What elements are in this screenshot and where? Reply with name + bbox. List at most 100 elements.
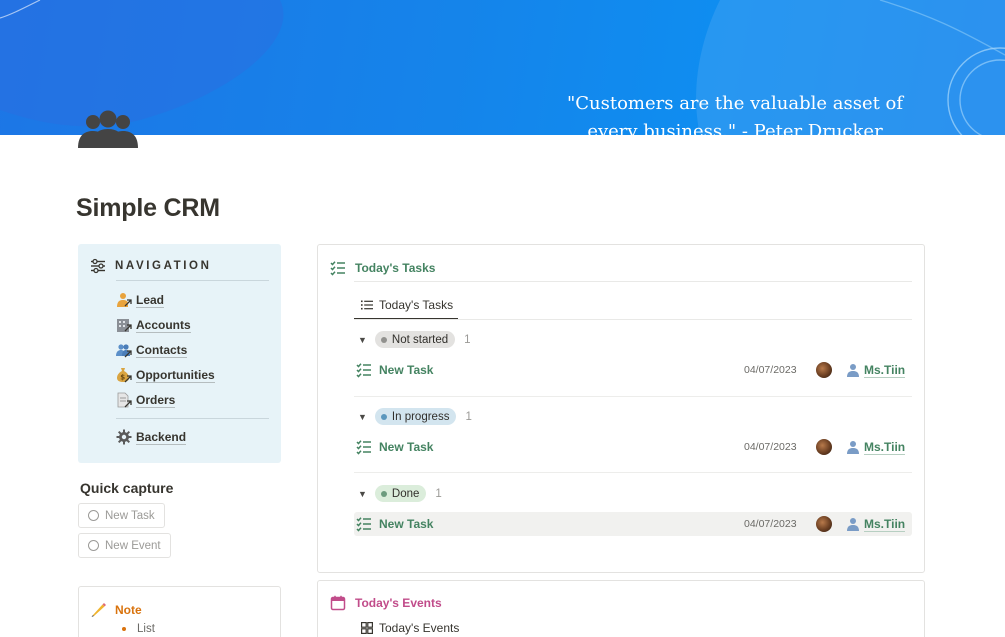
status-dot	[380, 490, 387, 497]
gear-icon	[116, 429, 132, 445]
checklist-icon	[356, 440, 371, 455]
group-count: 1	[435, 487, 442, 500]
status-dot	[380, 413, 387, 420]
nav-divider	[116, 280, 269, 281]
panel-divider	[354, 319, 912, 320]
navigation-title: NAVIGATION	[115, 260, 212, 272]
task-title: New Task	[379, 517, 434, 531]
nav-item-accounts[interactable]: Accounts	[116, 316, 191, 334]
new-event-button[interactable]: New Event	[78, 533, 171, 558]
circle-icon	[88, 540, 99, 551]
tab-label: Today's Events	[379, 621, 460, 635]
task-row[interactable]: New Task 04/07/2023 Ms.Tiin	[354, 512, 912, 536]
events-panel-header[interactable]: Today's Events	[330, 595, 442, 611]
person-icon	[847, 518, 859, 531]
sliders-icon	[91, 258, 105, 274]
triangle-down-icon: ▼	[358, 488, 367, 499]
status-dot	[380, 336, 387, 343]
task-title: New Task	[379, 440, 434, 454]
task-date: 04/07/2023	[744, 441, 797, 453]
button-label: New Event	[105, 539, 161, 552]
nav-item-label: Contacts	[136, 342, 188, 358]
nav-item-opportunities[interactable]: $ Opportunities	[116, 366, 215, 384]
avatar	[816, 362, 832, 378]
nav-item-contacts[interactable]: Contacts	[116, 341, 188, 359]
nav-item-label: Opportunities	[136, 367, 215, 383]
nav-item-label: Orders	[136, 392, 176, 408]
building-arrow-icon	[116, 317, 132, 333]
tasks-panel-title: Today's Tasks	[355, 261, 436, 275]
status-label: Not started	[391, 333, 449, 346]
nav-item-lead[interactable]: Lead	[116, 291, 165, 309]
svg-text:$: $	[120, 374, 125, 382]
group-count: 1	[464, 333, 471, 346]
note-callout: Note List	[78, 586, 281, 637]
nav-item-label: Lead	[136, 292, 165, 308]
person-icon	[847, 364, 859, 377]
group-count: 1	[465, 410, 472, 423]
status-badge: In progress	[374, 408, 457, 425]
money-bag-arrow-icon: $	[116, 367, 132, 383]
group-done[interactable]: ▼ Done 1	[358, 485, 442, 502]
people-arrow-icon	[116, 342, 132, 358]
task-row[interactable]: New Task 04/07/2023 Ms.Tiin	[354, 435, 912, 459]
assignee-link[interactable]: Ms.Tiin	[846, 516, 906, 532]
status-label: Done	[391, 487, 420, 500]
quick-capture-title: Quick capture	[80, 480, 174, 496]
assignee-name: Ms.Tiin	[864, 362, 906, 378]
gallery-icon	[361, 622, 373, 634]
new-task-button[interactable]: New Task	[78, 503, 165, 528]
status-label: In progress	[391, 410, 450, 423]
checklist-icon	[356, 517, 371, 532]
note-label: Note	[115, 602, 142, 617]
note-list-text: List	[137, 623, 155, 635]
events-panel-title: Today's Events	[355, 596, 442, 610]
avatar	[816, 516, 832, 532]
todays-tasks-panel: Today's Tasks Today's Tasks ▼ Not starte…	[317, 244, 925, 573]
cover-quote: "Customers are the valuable asset of eve…	[566, 93, 904, 135]
person-icon	[847, 441, 859, 454]
panel-divider	[354, 281, 912, 282]
checklist-icon	[356, 363, 371, 378]
nav-item-orders[interactable]: Orders	[116, 391, 176, 409]
triangle-down-icon: ▼	[358, 411, 367, 422]
nav-item-backend[interactable]: Backend	[116, 428, 187, 446]
tasks-panel-header[interactable]: Today's Tasks	[330, 260, 435, 276]
bullet-icon	[122, 627, 126, 631]
tab-todays-tasks[interactable]: Today's Tasks	[354, 292, 461, 318]
todays-events-panel: Today's Events Today's Events	[317, 580, 925, 637]
cover-banner: "Customers are the valuable asset of eve…	[0, 0, 1005, 135]
assignee-name: Ms.Tiin	[864, 439, 906, 455]
status-badge: Done	[374, 485, 427, 502]
nav-divider	[116, 418, 269, 419]
assignee-link[interactable]: Ms.Tiin	[846, 362, 906, 378]
tab-todays-events[interactable]: Today's Events	[354, 615, 467, 637]
group-in-progress[interactable]: ▼ In progress 1	[358, 408, 472, 425]
row-divider	[354, 472, 912, 473]
task-date: 04/07/2023	[744, 364, 797, 376]
task-title: New Task	[379, 363, 434, 377]
assignee-link[interactable]: Ms.Tiin	[846, 439, 906, 455]
note-header: Note	[90, 601, 142, 618]
nav-item-label: Backend	[136, 429, 187, 445]
row-divider	[354, 396, 912, 397]
document-arrow-icon	[116, 392, 132, 408]
button-label: New Task	[105, 509, 155, 522]
person-arrow-icon	[116, 292, 132, 308]
pencil-icon	[91, 603, 106, 617]
people-group-icon	[78, 110, 138, 148]
navigation-header: NAVIGATION	[90, 258, 212, 274]
assignee-name: Ms.Tiin	[864, 516, 906, 532]
triangle-down-icon: ▼	[358, 334, 367, 345]
task-row[interactable]: New Task 04/07/2023 Ms.Tiin	[354, 358, 912, 382]
task-date: 04/07/2023	[744, 518, 797, 530]
page-title: Simple CRM	[76, 194, 220, 222]
nav-item-label: Accounts	[136, 317, 191, 333]
navigation-callout: NAVIGATION Lead Accounts Contacts $ Oppo…	[78, 244, 281, 463]
checklist-icon	[330, 261, 345, 276]
group-not-started[interactable]: ▼ Not started 1	[358, 331, 471, 348]
avatar	[816, 439, 832, 455]
status-badge: Not started	[374, 331, 456, 348]
calendar-icon	[330, 595, 346, 611]
list-icon	[361, 300, 373, 310]
